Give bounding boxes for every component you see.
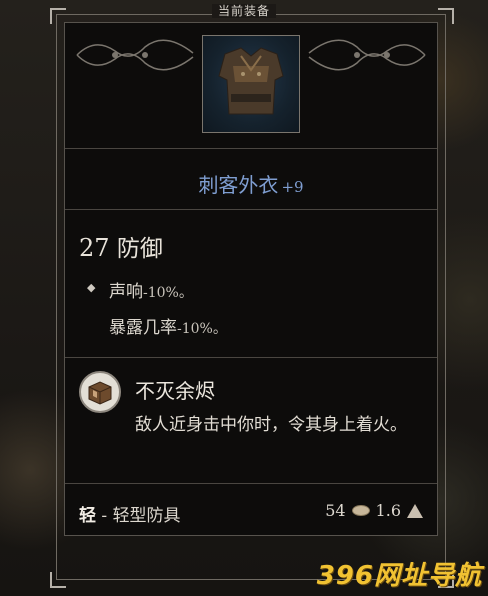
modifier-name: 声响	[109, 282, 143, 302]
divider	[65, 209, 437, 210]
item-tooltip-panel: 刺客外衣 +9 27 防御 ◆ 声响-10%。 暴露几率-10%。 不灭余烬 敌人…	[64, 22, 438, 536]
ornament-right-icon	[308, 39, 426, 71]
frame-corner-bottom-left	[50, 572, 66, 588]
tooltip-header: 当前装备	[0, 2, 488, 19]
item-price: 54	[325, 501, 346, 520]
modifier-value: -10%。	[143, 285, 193, 301]
type-separator: -	[96, 506, 113, 526]
item-enchant-level: +9	[281, 178, 304, 196]
armor-type-label: 轻型防具	[112, 506, 181, 526]
weight-class: 轻	[79, 506, 96, 526]
divider	[65, 357, 437, 358]
armor-vest-icon	[202, 35, 300, 133]
item-value-weight: 54 1.6	[325, 501, 423, 520]
header-title: 当前装备	[211, 4, 276, 18]
diamond-bullet-icon: ◆	[87, 281, 96, 294]
stat-modifier-detection: 暴露几率-10%。	[109, 313, 227, 338]
weight-icon	[407, 503, 423, 518]
passive-description: 敌人近身击中你时，令其身上着火。	[135, 415, 407, 435]
item-name-text: 刺客外衣	[198, 173, 279, 197]
fire-crate-icon	[79, 371, 121, 413]
ornament-left-icon	[76, 39, 194, 71]
stat-modifier-noise: 声响-10%。	[109, 277, 193, 302]
armor-type: 轻 - 轻型防具	[79, 501, 181, 526]
armor-value: 27	[79, 234, 110, 262]
modifier-name: 暴露几率	[109, 318, 177, 338]
divider	[65, 148, 437, 149]
divider	[65, 483, 437, 484]
armor-stat: 27 防御	[79, 229, 163, 263]
armor-label: 防御	[116, 236, 163, 262]
item-name: 刺客外衣 +9	[65, 169, 437, 198]
modifier-value: -10%。	[177, 321, 227, 337]
watermark: 396网址导航	[316, 561, 482, 591]
coin-icon	[351, 505, 370, 516]
passive-title: 不灭余烬	[135, 379, 215, 403]
item-weight: 1.6	[375, 501, 401, 520]
